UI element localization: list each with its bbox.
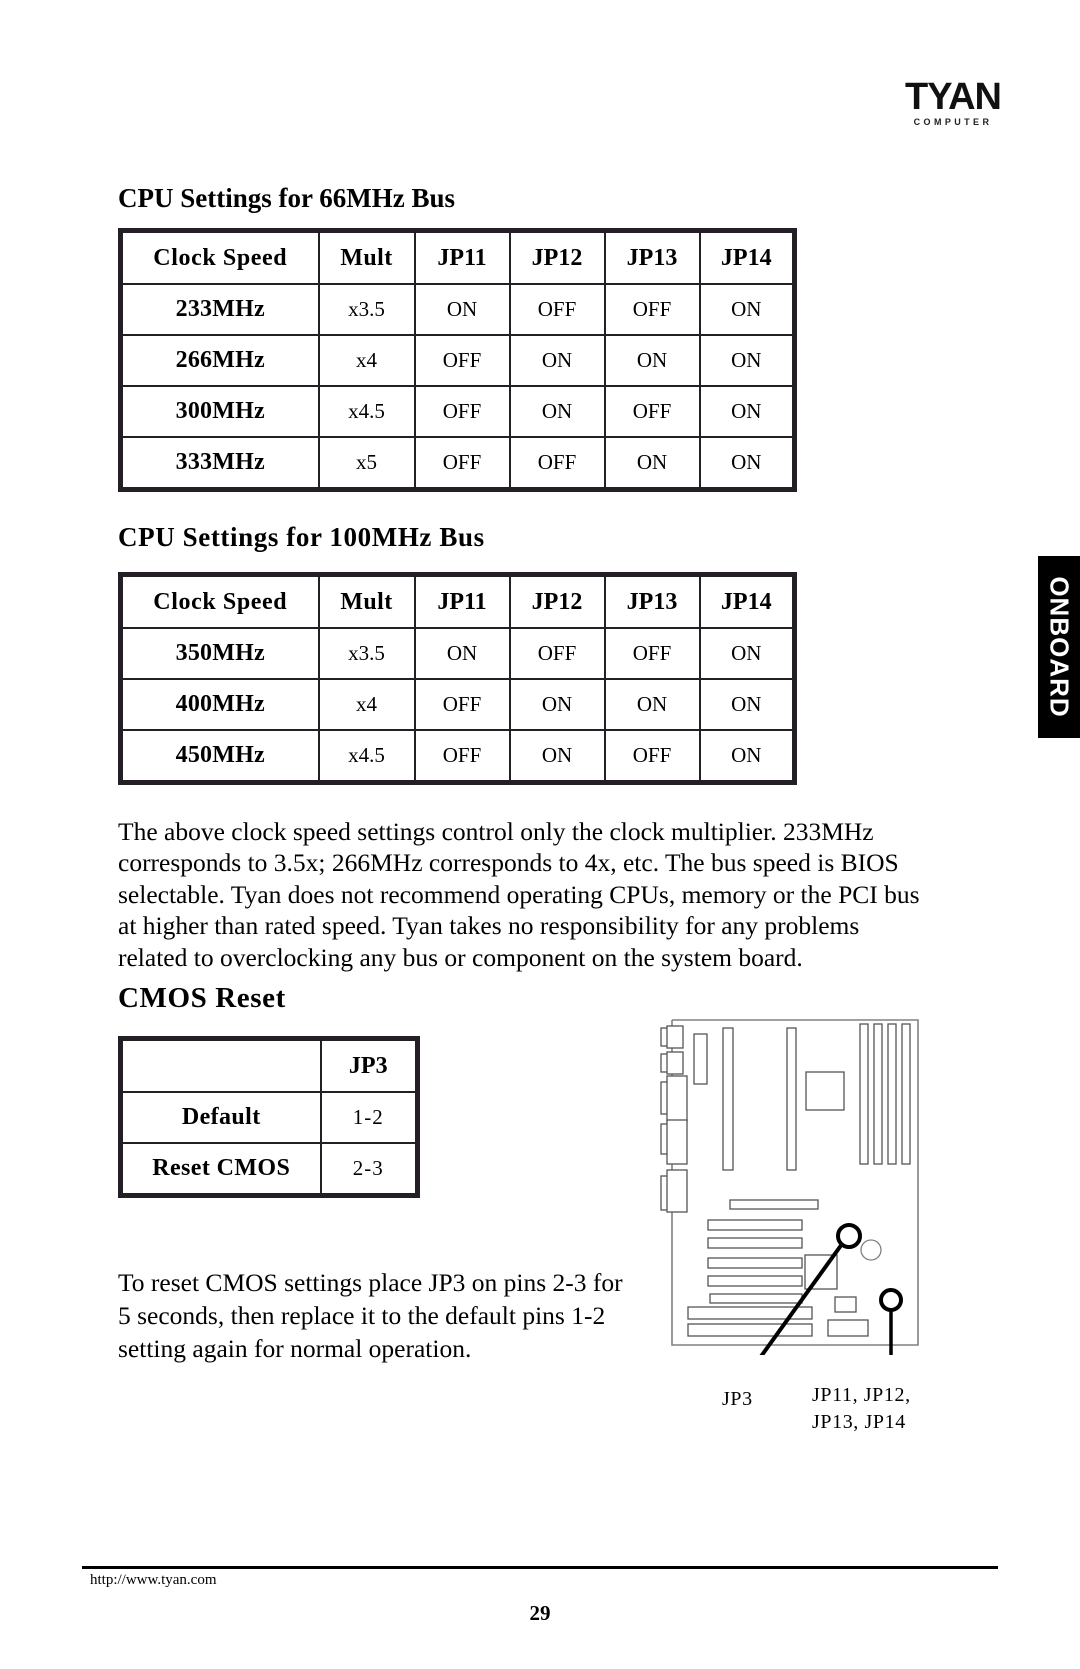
side-tab-label: ONBOARD [1044,576,1075,718]
column-header-jp14: JP14 [698,573,796,629]
cell-jp11: OFF [413,385,511,438]
cell-jp3-pins: 2-3 [319,1142,419,1197]
cell-mult: x4 [317,334,416,387]
footer-url: http://www.tyan.com [90,1572,217,1588]
cell-jp13: OFF [603,283,701,336]
cell-clock-speed: 450MHz [119,729,320,784]
table-row: Reset CMOS 2-3 [119,1142,419,1197]
cell-mult: x4.5 [317,385,416,438]
table-row: Default 1-2 [119,1091,419,1144]
cell-clock-speed: 400MHz [119,678,320,731]
cell-mult: x4 [317,678,416,731]
cell-jp14: ON [698,729,796,784]
column-header-mult: Mult [317,229,416,285]
column-header-jp14: JP14 [698,229,796,285]
page-number: 29 [529,1601,551,1625]
table-header-row: Clock Speed Mult JP11 JP12 JP13 JP14 [119,229,796,285]
table-row: 333MHz x5 OFF OFF ON ON [119,436,796,491]
cell-jp12: ON [508,678,606,731]
cell-jp14: ON [698,627,796,680]
cell-jp3-pins: 1-2 [319,1091,419,1144]
cell-jp11: OFF [413,436,511,491]
cell-jp14: ON [698,334,796,387]
cell-jp11: OFF [413,678,511,731]
diagram-label-jumpers-line2: JP13, JP14 [812,1411,906,1433]
cell-jp11: OFF [413,729,511,784]
paragraph-clock-speed-note: The above clock speed settings control o… [118,816,920,972]
cell-jp11: OFF [413,334,511,387]
motherboard-diagram [650,1010,940,1355]
table-header-row: JP3 [119,1037,419,1093]
cell-setting-name: Default [119,1091,322,1144]
cell-mult: x3.5 [317,283,416,336]
column-header-blank [119,1037,322,1093]
cell-jp13: ON [603,436,701,491]
column-header-jp11: JP11 [413,229,511,285]
cell-clock-speed: 300MHz [119,385,320,438]
column-header-jp12: JP12 [508,229,606,285]
tyan-logo: TYAN COMPUTER [888,78,1018,134]
cell-jp14: ON [698,385,796,438]
cell-jp12: OFF [508,436,606,491]
cell-mult: x4.5 [317,729,416,784]
table-header-row: Clock Speed Mult JP11 JP12 JP13 JP14 [119,573,796,629]
cell-jp13: ON [603,678,701,731]
table-cpu-settings-66mhz: Clock Speed Mult JP11 JP12 JP13 JP14 233… [118,228,797,492]
table-row: 300MHz x4.5 OFF ON OFF ON [119,385,796,438]
cell-clock-speed: 350MHz [119,627,320,680]
table-row: 233MHz x3.5 ON OFF OFF ON [119,283,796,336]
cell-jp13: ON [603,334,701,387]
column-header-jp11: JP11 [413,573,511,629]
cell-jp12: ON [508,385,606,438]
column-header-jp13: JP13 [603,229,701,285]
heading-cpu-settings-100mhz: CPU Settings for 100MHz Bus [118,522,485,552]
cell-jp13: OFF [603,385,701,438]
table-row: 450MHz x4.5 OFF ON OFF ON [119,729,796,784]
column-header-clock-speed: Clock Speed [119,573,320,629]
cell-jp11: ON [413,627,511,680]
logo-wordmark: TYAN [905,78,1002,116]
column-header-jp12: JP12 [508,573,606,629]
column-header-jp3: JP3 [319,1037,419,1093]
heading-cmos-reset: CMOS Reset [118,982,286,1014]
cell-jp12: ON [508,729,606,784]
diagram-label-jp3: JP3 [722,1388,753,1410]
column-header-jp13: JP13 [603,573,701,629]
logo-subtext: COMPUTER [888,117,1018,127]
cell-jp14: ON [698,436,796,491]
column-header-clock-speed: Clock Speed [119,229,320,285]
cell-jp12: OFF [508,283,606,336]
document-page: TYAN COMPUTER CPU Settings for 66MHz Bus… [0,0,1080,1669]
table-cpu-settings-100mhz: Clock Speed Mult JP11 JP12 JP13 JP14 350… [118,572,797,785]
diagram-label-jumpers: JP11, JP12, JP13, JP14 [812,1382,911,1436]
cell-jp11: ON [413,283,511,336]
cell-jp14: ON [698,283,796,336]
footer-divider [82,1566,998,1569]
table-row: 400MHz x4 OFF ON ON ON [119,678,796,731]
heading-cpu-settings-66mhz: CPU Settings for 66MHz Bus [118,183,455,213]
cell-clock-speed: 233MHz [119,283,320,336]
table-row: 350MHz x3.5 ON OFF OFF ON [119,627,796,680]
table-row: 266MHz x4 OFF ON ON ON [119,334,796,387]
column-header-mult: Mult [317,573,416,629]
cell-setting-name: Reset CMOS [119,1142,322,1197]
cell-jp12: ON [508,334,606,387]
cell-mult: x5 [317,436,416,491]
cell-jp12: OFF [508,627,606,680]
cell-clock-speed: 266MHz [119,334,320,387]
cell-jp13: OFF [603,729,701,784]
cell-clock-speed: 333MHz [119,436,320,491]
diagram-label-jumpers-line1: JP11, JP12, [812,1384,911,1406]
cell-jp14: ON [698,678,796,731]
cell-jp13: OFF [603,627,701,680]
paragraph-cmos-reset-note: To reset CMOS settings place JP3 on pins… [118,1267,623,1363]
table-cmos-reset: JP3 Default 1-2 Reset CMOS 2-3 [118,1036,420,1198]
cell-mult: x3.5 [317,627,416,680]
side-tab-onboard: ONBOARD [1038,556,1080,738]
